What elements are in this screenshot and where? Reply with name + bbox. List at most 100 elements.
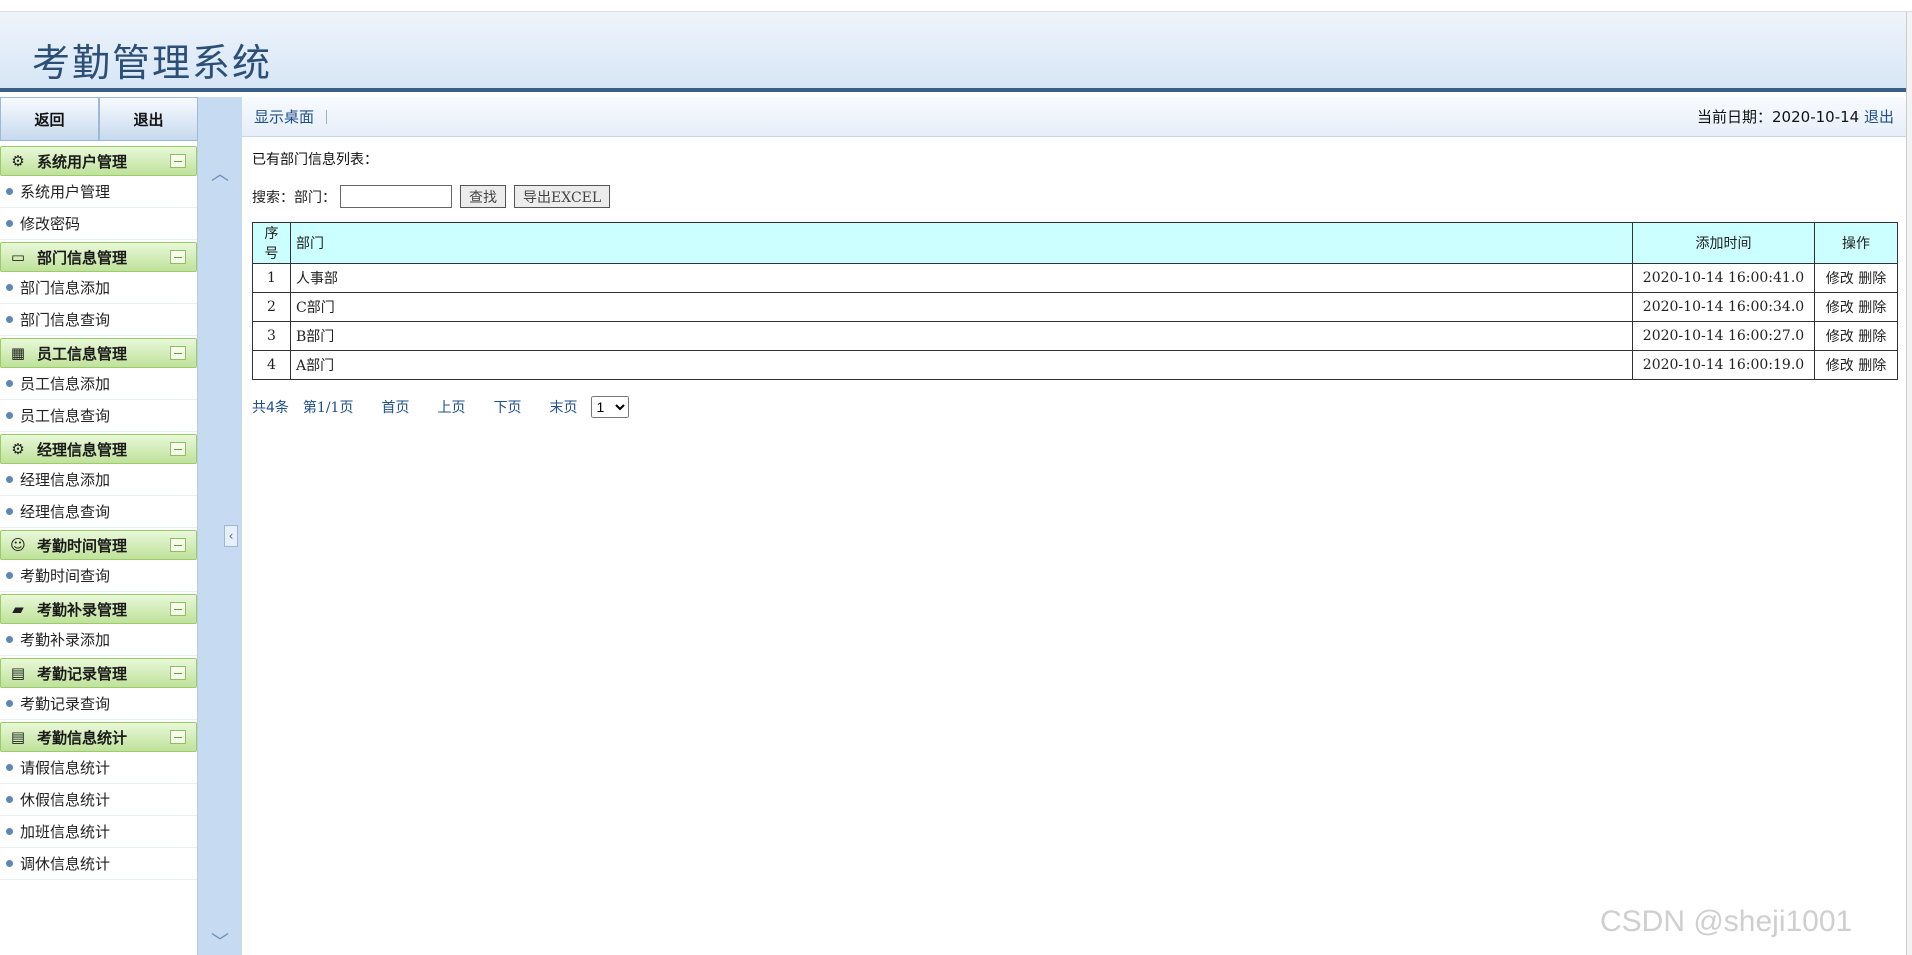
sidebar-menu-item[interactable]: 休假信息统计 <box>0 784 197 816</box>
toolbar-logout-link[interactable]: 退出 <box>1864 108 1894 126</box>
delete-link[interactable]: 删除 <box>1858 358 1886 374</box>
bullet-icon <box>6 476 13 483</box>
delete-link[interactable]: 删除 <box>1858 329 1886 345</box>
scroll-up-icon[interactable]: ︿ <box>208 166 232 184</box>
sidebar-menu-item[interactable]: 经理信息添加 <box>0 464 197 496</box>
sidebar-menu-item[interactable]: 考勤补录添加 <box>0 624 197 656</box>
sidebar-menu-item[interactable]: 系统用户管理 <box>0 176 197 208</box>
collapse-group-icon[interactable] <box>170 602 186 616</box>
delete-link[interactable]: 删除 <box>1858 271 1886 287</box>
col-header-no: 序号 <box>252 222 291 264</box>
sidebar-menu-item[interactable]: 修改密码 <box>0 208 197 240</box>
export-excel-button[interactable]: 导出EXCEL <box>514 185 611 208</box>
logout-button[interactable]: 退出 <box>99 97 198 141</box>
back-button[interactable]: 返回 <box>0 97 99 141</box>
sidebar-menu-item-label: 员工信息查询 <box>20 407 111 425</box>
folder-icon: ▰ <box>12 600 24 618</box>
last-page-link[interactable]: 末页 <box>549 397 577 417</box>
bullet-icon <box>6 284 13 291</box>
sidebar-menu-item[interactable]: 员工信息查询 <box>0 400 197 432</box>
bullet-icon <box>6 828 13 835</box>
col-header-actions: 操作 <box>1814 222 1898 264</box>
search-label: 搜索：部门： <box>252 189 336 206</box>
menu-group-header[interactable]: ☺ 考勤时间管理 <box>0 530 197 560</box>
next-page-link[interactable]: 下页 <box>493 397 521 417</box>
edit-link[interactable]: 修改 <box>1826 329 1854 345</box>
edit-link[interactable]: 修改 <box>1826 358 1854 374</box>
sidebar-menu-item-label: 调休信息统计 <box>20 855 111 873</box>
sidebar-menu-item[interactable]: 员工信息添加 <box>0 368 197 400</box>
collapse-group-icon[interactable] <box>170 250 186 264</box>
sidebar-menu-item-label: 考勤补录添加 <box>20 631 111 649</box>
sidebar-menu-item[interactable]: 部门信息添加 <box>0 272 197 304</box>
cell-actions: 修改 删除 <box>1814 321 1898 351</box>
sidebar-menu-item-label: 考勤时间查询 <box>20 567 111 585</box>
toolbar-divider <box>326 109 328 124</box>
sidebar-menu-item[interactable]: 加班信息统计 <box>0 816 197 848</box>
toolbar: 显示桌面 当前日期：2020-10-14 退出 <box>242 97 1906 137</box>
collapse-sidebar-icon[interactable]: ‹ <box>224 525 238 547</box>
col-header-dept: 部门 <box>290 222 1633 264</box>
bullet-icon <box>6 316 13 323</box>
sidebar-menu-item[interactable]: 请假信息统计 <box>0 752 197 784</box>
sidebar-menu-item[interactable]: 考勤记录查询 <box>0 688 197 720</box>
first-page-link[interactable]: 首页 <box>381 397 409 417</box>
department-search-input[interactable] <box>340 185 452 208</box>
menu-group-header[interactable]: ▤ 考勤记录管理 <box>0 658 197 688</box>
menu-group-header[interactable]: ▭ 部门信息管理 <box>0 242 197 272</box>
collapse-group-icon[interactable] <box>170 346 186 360</box>
pager-page: 第1/1页 <box>302 400 354 416</box>
prev-page-link[interactable]: 上页 <box>437 397 465 417</box>
menu-group-title: 部门信息管理 <box>37 248 128 267</box>
sidebar-menu-item[interactable]: 部门信息查询 <box>0 304 197 336</box>
menu-group-title: 经理信息管理 <box>37 440 128 459</box>
clipboard-icon: ▤ <box>10 728 26 746</box>
menu-group-header[interactable]: ▤ 考勤信息统计 <box>0 722 197 752</box>
pager-total: 共4条 <box>252 400 289 416</box>
app-title: 考勤管理系统 <box>32 41 273 85</box>
find-button[interactable]: 查找 <box>460 185 506 208</box>
collapse-group-icon[interactable] <box>170 442 186 456</box>
scroll-down-icon[interactable]: ﹀ <box>208 934 232 952</box>
cell-actions: 修改 删除 <box>1814 263 1898 293</box>
sidebar-rail: ︿ ‹ ﹀ <box>198 97 242 955</box>
cell-no: 1 <box>252 263 291 293</box>
calendar-icon: ▦ <box>10 344 26 362</box>
table-row: 3 B部门 2020-10-14 16:00:27.0 修改 删除 <box>252 321 1898 351</box>
sidebar-menu-item[interactable]: 经理信息查询 <box>0 496 197 528</box>
collapse-group-icon[interactable] <box>170 154 186 168</box>
show-desktop-link[interactable]: 显示桌面 <box>254 106 314 127</box>
cell-actions: 修改 删除 <box>1814 292 1898 322</box>
menu-group-header[interactable]: ⚙ 经理信息管理 <box>0 434 197 464</box>
cell-dept: 人事部 <box>290 263 1633 293</box>
sidebar: 返回 退出 ⚙ 系统用户管理 系统用户管理 修改密码 ▭ 部门信息管理 部门信息添加 部门信息… <box>0 97 198 955</box>
menu-group-header[interactable]: ⚙ 系统用户管理 <box>0 146 197 176</box>
collapse-group-icon[interactable] <box>170 538 186 552</box>
menu-group-header[interactable]: ▦ 员工信息管理 <box>0 338 197 368</box>
page-select[interactable]: 1 <box>591 396 630 418</box>
sidebar-menu-item[interactable]: 调休信息统计 <box>0 848 197 880</box>
menu-group-header[interactable]: ▰ 考勤补录管理 <box>0 594 197 624</box>
table-row: 4 A部门 2020-10-14 16:00:19.0 修改 删除 <box>252 350 1898 380</box>
menu-group-title: 系统用户管理 <box>37 152 128 171</box>
table-row: 1 人事部 2020-10-14 16:00:41.0 修改 删除 <box>252 263 1898 293</box>
delete-link[interactable]: 删除 <box>1858 300 1886 316</box>
page-scrollbar[interactable] <box>1906 12 1912 955</box>
collapse-group-icon[interactable] <box>170 730 186 744</box>
cell-no: 3 <box>252 321 291 351</box>
main-panel: 显示桌面 当前日期：2020-10-14 退出 已有部门信息列表： 搜索：部门：… <box>242 97 1906 955</box>
sidebar-menu-item-label: 修改密码 <box>20 215 81 233</box>
current-date: 当前日期：2020-10-14 <box>1697 108 1860 126</box>
menu-group-title: 考勤时间管理 <box>37 536 128 555</box>
cell-time: 2020-10-14 16:00:34.0 <box>1632 292 1815 322</box>
collapse-group-icon[interactable] <box>170 666 186 680</box>
sidebar-menu: ⚙ 系统用户管理 系统用户管理 修改密码 ▭ 部门信息管理 部门信息添加 部门信息查询 ▦ 员工信… <box>0 144 198 880</box>
edit-link[interactable]: 修改 <box>1826 300 1854 316</box>
edit-link[interactable]: 修改 <box>1826 271 1854 287</box>
sidebar-menu-item[interactable]: 考勤时间查询 <box>0 560 197 592</box>
bullet-icon <box>6 380 13 387</box>
search-bar: 搜索：部门： 查找 导出EXCEL <box>252 185 1896 208</box>
sidebar-menu-item-label: 系统用户管理 <box>20 183 111 201</box>
menu-group-title: 员工信息管理 <box>37 344 128 363</box>
user-icon: ☺ <box>10 536 26 554</box>
